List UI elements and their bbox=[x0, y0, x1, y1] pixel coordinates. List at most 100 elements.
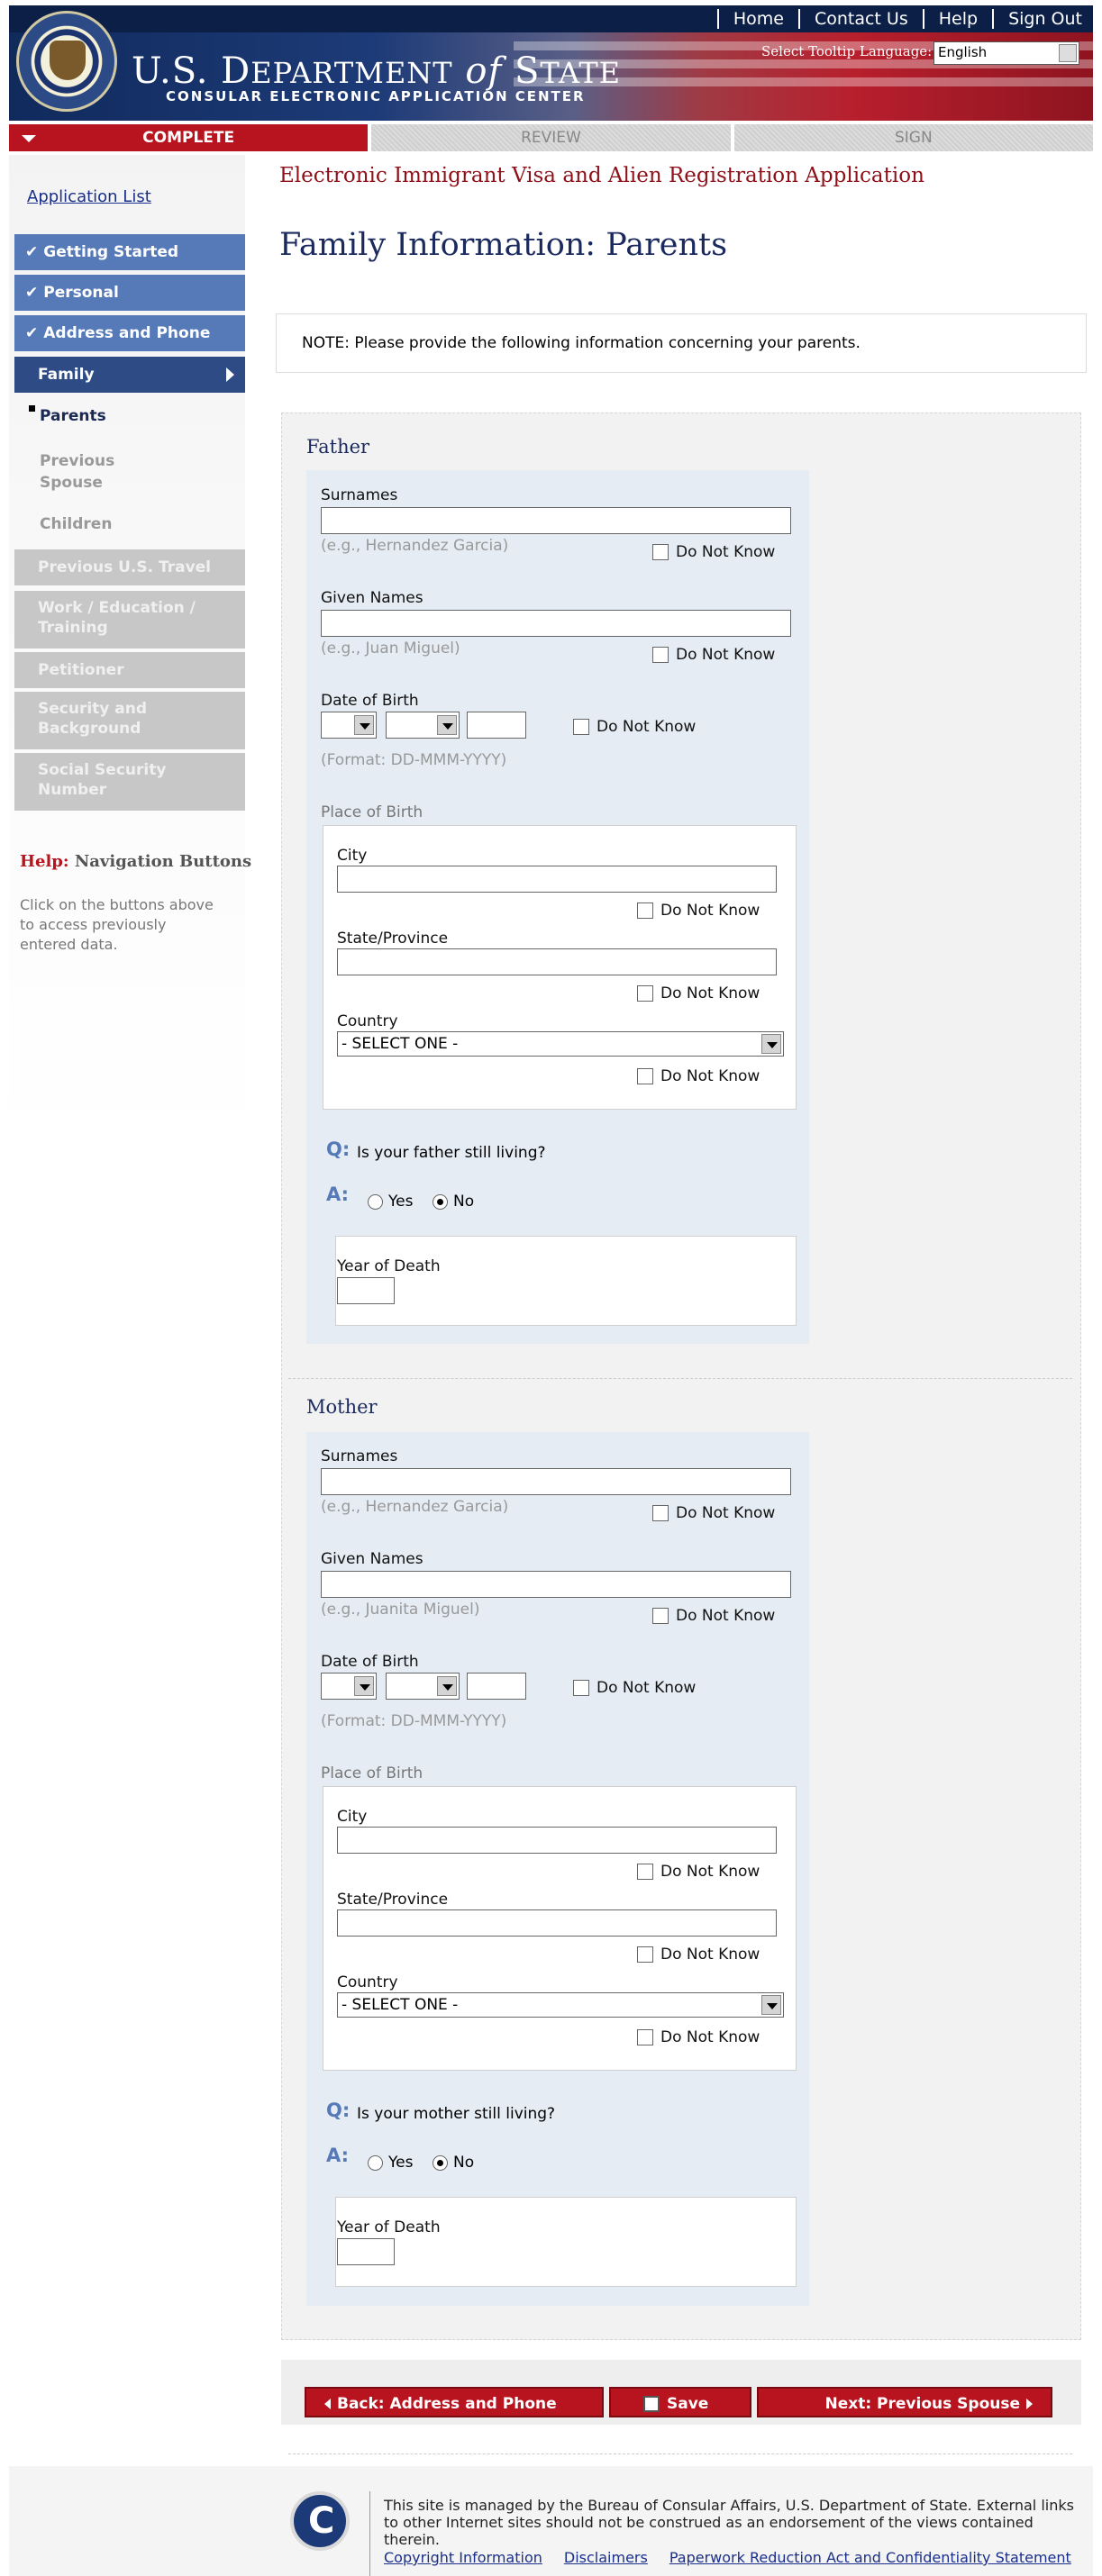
mother-city-label: City bbox=[337, 1808, 368, 1826]
father-city-do-not-know[interactable]: Do Not Know bbox=[637, 902, 760, 920]
mother-city-do-not-know[interactable]: Do Not Know bbox=[637, 1863, 760, 1881]
father-living-yes-radio[interactable]: Yes bbox=[368, 1193, 413, 1211]
save-disk-icon bbox=[643, 2396, 660, 2412]
mother-country-label: Country bbox=[337, 1973, 398, 1991]
a-label: A: bbox=[326, 2145, 350, 2166]
mother-surnames-label: Surnames bbox=[321, 1447, 398, 1465]
q-label: Q: bbox=[326, 2100, 351, 2121]
mother-living-question: Is your mother still living? bbox=[357, 2105, 556, 2123]
chevron-down-icon bbox=[761, 1034, 781, 1054]
mother-country-do-not-know[interactable]: Do Not Know bbox=[637, 2028, 760, 2046]
father-dob-month-select[interactable] bbox=[386, 712, 460, 739]
triangle-down-icon bbox=[22, 135, 36, 142]
father-dob-day-select[interactable] bbox=[321, 712, 377, 739]
home-link[interactable]: Home bbox=[733, 9, 784, 29]
father-given-names-input[interactable] bbox=[321, 610, 791, 637]
help-link[interactable]: Help bbox=[939, 9, 978, 29]
help-text: Click on the buttons above to access pre… bbox=[20, 896, 214, 953]
father-year-of-death-input[interactable] bbox=[337, 1277, 395, 1304]
father-section-title: Father bbox=[306, 436, 370, 458]
mother-dob-do-not-know[interactable]: Do Not Know bbox=[573, 1679, 696, 1697]
father-country-do-not-know[interactable]: Do Not Know bbox=[637, 1067, 760, 1085]
father-city-label: City bbox=[337, 847, 368, 865]
mother-state-label: State/Province bbox=[337, 1891, 449, 1909]
sidebar-subitem-previous-spouse[interactable]: Previous Spouse bbox=[40, 450, 148, 494]
mother-year-of-death-input[interactable] bbox=[337, 2238, 395, 2265]
father-surnames-input[interactable] bbox=[321, 507, 791, 534]
mother-state-input[interactable] bbox=[337, 1909, 777, 1937]
sidebar-item-social-security-number: Social Security Number bbox=[14, 753, 245, 811]
father-surnames-label: Surnames bbox=[321, 486, 398, 504]
mother-dob-month-select[interactable] bbox=[386, 1673, 460, 1700]
mother-country-select[interactable]: - SELECT ONE - bbox=[337, 1992, 784, 2018]
father-surnames-hint: (e.g., Hernandez Garcia) bbox=[321, 537, 509, 555]
father-living-no-radio[interactable]: No bbox=[433, 1193, 474, 1211]
father-state-label: State/Province bbox=[337, 930, 449, 948]
mother-living-no-radio[interactable]: No bbox=[433, 2154, 474, 2172]
next-button[interactable]: Next: Previous Spouse bbox=[757, 2387, 1052, 2417]
back-button[interactable]: Back: Address and Phone bbox=[305, 2387, 604, 2417]
consular-affairs-logo: C bbox=[290, 2491, 350, 2551]
father-year-of-death-box bbox=[335, 1236, 797, 1326]
step-review: REVIEW bbox=[371, 124, 731, 151]
father-state-do-not-know[interactable]: Do Not Know bbox=[637, 984, 760, 1002]
father-given-names-do-not-know[interactable]: Do Not Know bbox=[652, 646, 775, 664]
sign-out-link[interactable]: Sign Out bbox=[1008, 9, 1082, 29]
arrow-right-icon bbox=[226, 367, 234, 382]
mother-city-input[interactable] bbox=[337, 1827, 777, 1854]
sidebar-item-getting-started[interactable]: ✔ Getting Started bbox=[14, 234, 245, 270]
sidebar-item-personal[interactable]: ✔ Personal bbox=[14, 275, 245, 311]
arrow-left-icon bbox=[324, 2399, 331, 2409]
page-title: Family Information: Parents bbox=[279, 227, 728, 263]
application-progress-bar: COMPLETE REVIEW SIGN bbox=[9, 124, 1093, 151]
step-complete: COMPLETE bbox=[9, 124, 369, 151]
application-list-link[interactable]: Application List bbox=[27, 187, 151, 206]
save-button[interactable]: Save bbox=[609, 2387, 751, 2417]
mother-year-of-death-box bbox=[335, 2197, 797, 2287]
father-given-names-label: Given Names bbox=[321, 589, 423, 607]
checkmark-icon: ✔ bbox=[25, 284, 39, 302]
department-name: U.S. DEPARTMENT of STATE bbox=[132, 50, 622, 92]
arrow-right-icon bbox=[1026, 2399, 1033, 2409]
father-dob-format: (Format: DD-MMM-YYYY) bbox=[321, 751, 507, 769]
q-label: Q: bbox=[326, 1138, 351, 1160]
tooltip-language-select[interactable]: English bbox=[934, 41, 1079, 65]
contact-us-link[interactable]: Contact Us bbox=[815, 9, 908, 29]
mother-surnames-hint: (e.g., Hernandez Garcia) bbox=[321, 1498, 509, 1516]
father-surnames-do-not-know[interactable]: Do Not Know bbox=[652, 543, 775, 561]
mother-state-do-not-know[interactable]: Do Not Know bbox=[637, 1946, 760, 1964]
footer: C This site is managed by the Bureau of … bbox=[9, 2466, 1093, 2576]
step-sign: SIGN bbox=[733, 124, 1093, 151]
mother-place-of-birth-label: Place of Birth bbox=[321, 1764, 423, 1782]
section-divider bbox=[288, 1378, 1072, 1379]
footer-text: This site is managed by the Bureau of Co… bbox=[384, 2497, 1074, 2548]
sidebar-item-address-and-phone[interactable]: ✔ Address and Phone bbox=[14, 315, 245, 351]
mother-surnames-input[interactable] bbox=[321, 1468, 791, 1495]
sidebar-subitem-parents[interactable]: Parents bbox=[40, 407, 106, 425]
paperwork-reduction-link[interactable]: Paperwork Reduction Act and Confidential… bbox=[669, 2549, 1071, 2566]
department-seal-logo bbox=[16, 11, 117, 112]
mother-given-names-input[interactable] bbox=[321, 1571, 791, 1598]
checkmark-icon: ✔ bbox=[25, 243, 39, 261]
father-country-select[interactable]: - SELECT ONE - bbox=[337, 1031, 784, 1057]
a-label: A: bbox=[326, 1184, 350, 1205]
father-place-of-birth-label: Place of Birth bbox=[321, 803, 423, 821]
sidebar-item-family[interactable]: Family bbox=[14, 357, 245, 393]
mother-surnames-do-not-know[interactable]: Do Not Know bbox=[652, 1504, 775, 1522]
father-state-input[interactable] bbox=[337, 948, 777, 975]
father-dob-year-input[interactable] bbox=[467, 712, 526, 739]
copyright-link[interactable]: Copyright Information bbox=[384, 2549, 542, 2566]
mother-given-names-do-not-know[interactable]: Do Not Know bbox=[652, 1607, 775, 1625]
sidebar-item-security-and-background: Security and Background bbox=[14, 692, 245, 749]
mother-dob-day-select[interactable] bbox=[321, 1673, 377, 1700]
father-dob-label: Date of Birth bbox=[321, 692, 419, 710]
sidebar-subitem-children[interactable]: Children bbox=[40, 515, 112, 533]
mother-living-yes-radio[interactable]: Yes bbox=[368, 2154, 413, 2172]
note-box: NOTE: Please provide the following infor… bbox=[276, 313, 1087, 373]
mother-dob-year-input[interactable] bbox=[467, 1673, 526, 1700]
father-city-input[interactable] bbox=[337, 866, 777, 893]
mother-dob-label: Date of Birth bbox=[321, 1653, 419, 1671]
father-dob-do-not-know[interactable]: Do Not Know bbox=[573, 718, 696, 736]
mother-year-of-death-label: Year of Death bbox=[337, 2218, 441, 2236]
disclaimers-link[interactable]: Disclaimers bbox=[564, 2549, 648, 2566]
